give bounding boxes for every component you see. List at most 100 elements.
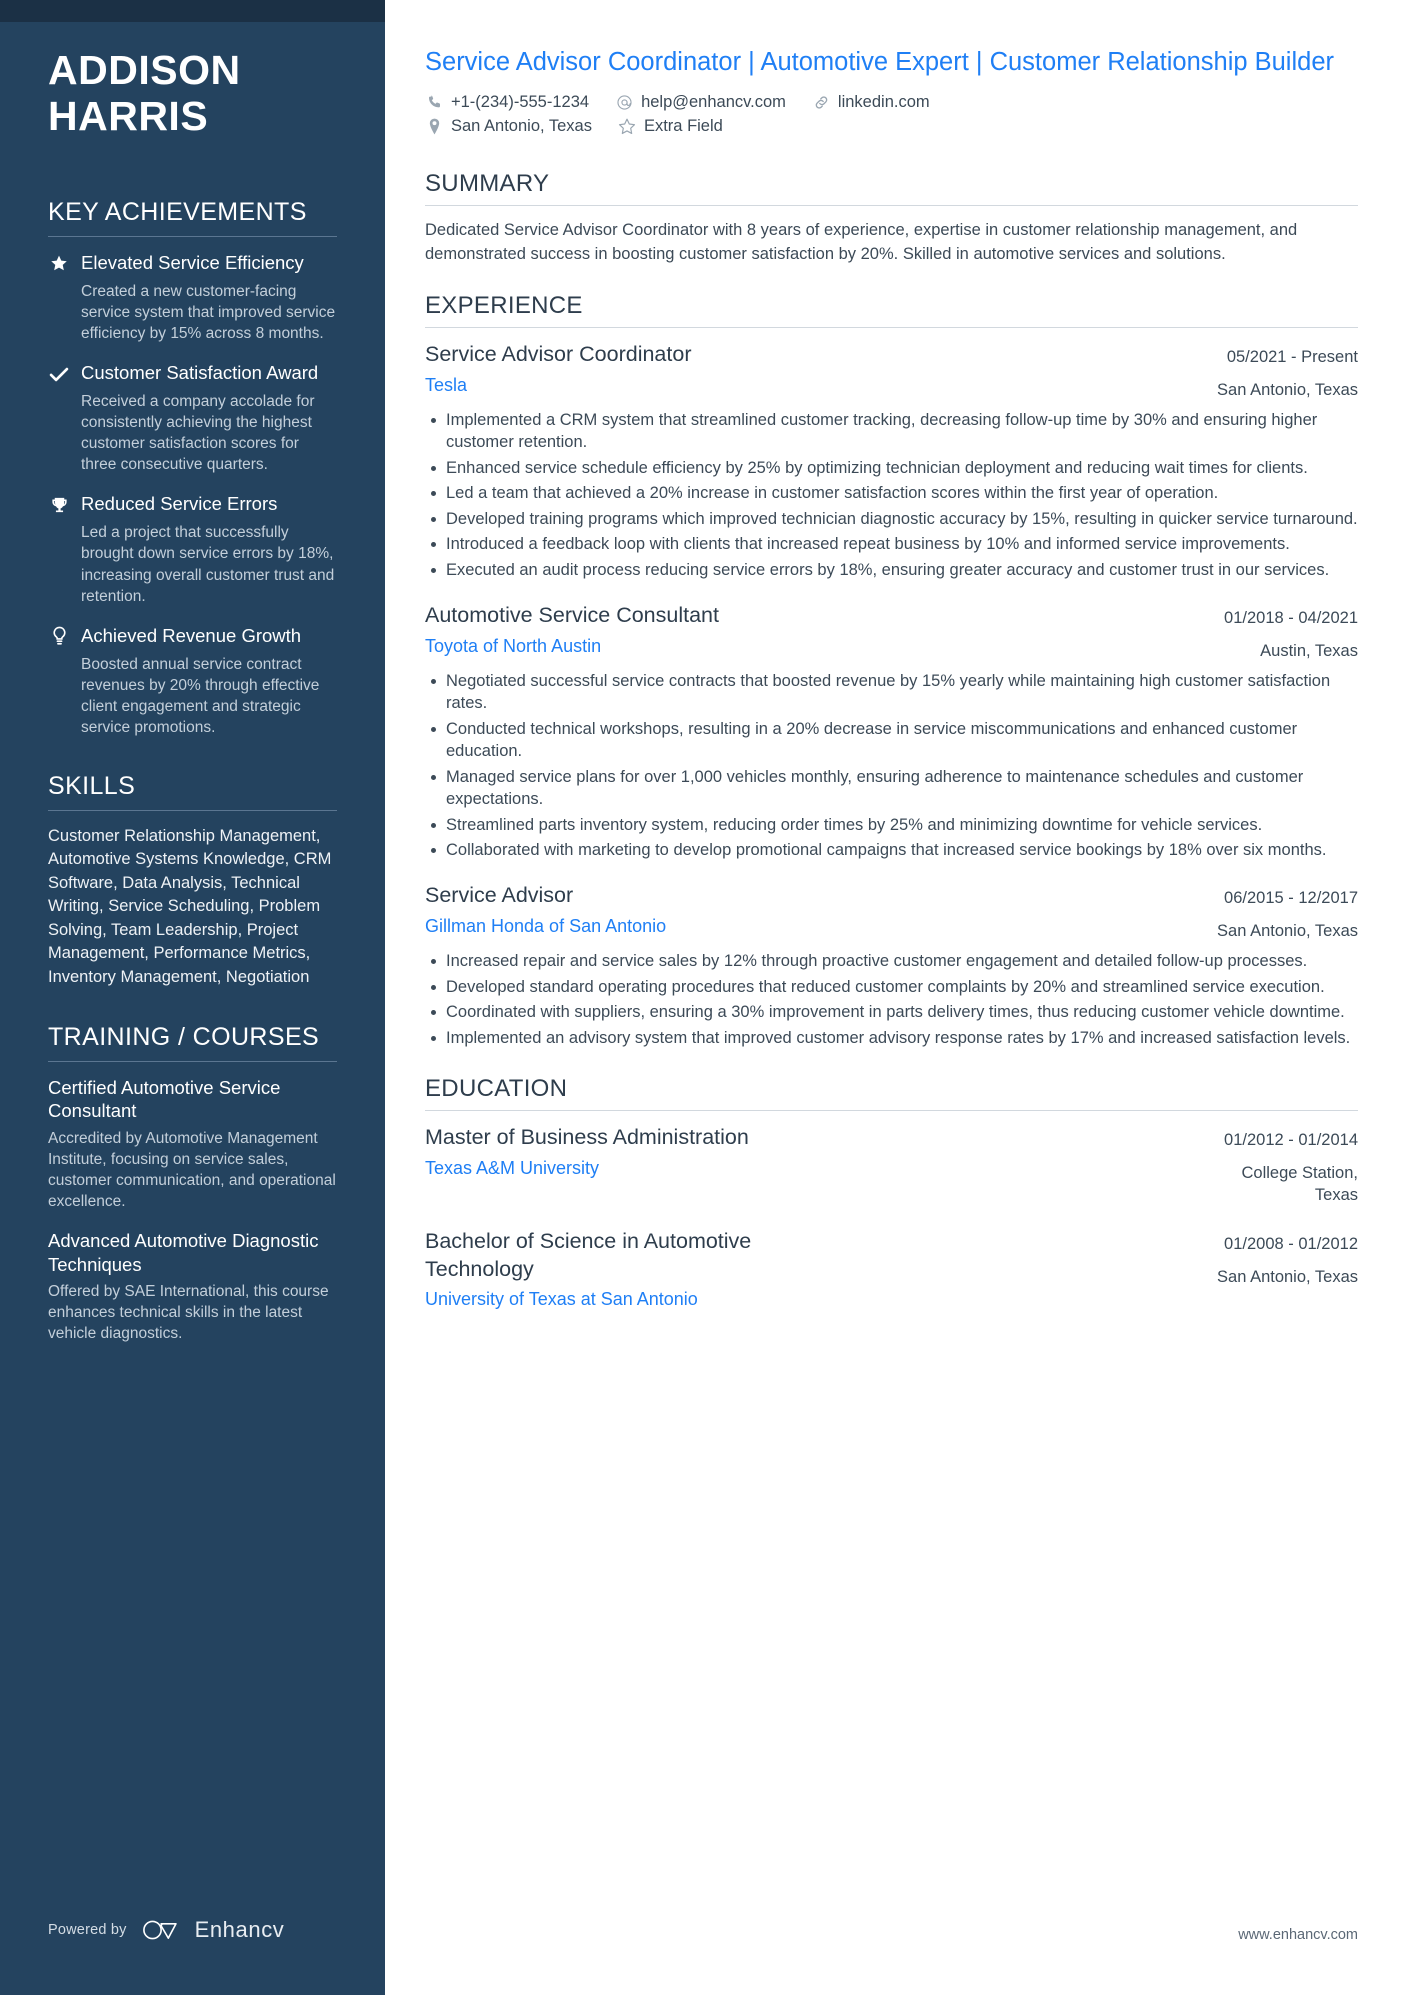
job-location: San Antonio, Texas [1217,922,1358,941]
contact-location-text: San Antonio, Texas [451,116,592,135]
training-courses-section: TRAINING / COURSES Certified Automotive … [48,1023,337,1344]
job-bullets: Negotiated successful service contracts … [425,670,1358,862]
achievement-description: Received a company accolade for consiste… [81,393,315,474]
skills-heading: SKILLS [48,771,136,800]
skills-list: Customer Relationship Management, Automo… [48,826,332,986]
achievement-title: Customer Satisfaction Award [81,362,319,384]
experience-entry: Automotive Service Consultant Toyota of … [425,602,1358,861]
enhancv-url[interactable]: www.enhancv.com [1238,1927,1358,1943]
job-bullets: Increased repair and service sales by 12… [425,950,1358,1049]
school-name[interactable]: Texas A&M University [425,1156,1188,1181]
job-bullet: Streamlined parts inventory system, redu… [425,814,1358,836]
achievement-description: Led a project that successfully brought … [81,524,335,605]
contact-details: +1-(234)-555-1234 help@enhancv.com linke… [425,93,1358,136]
achievement-item: Customer Satisfaction Award Received a c… [48,361,337,475]
powered-by-label: Powered by [48,1922,127,1938]
contact-location: San Antonio, Texas [425,117,592,136]
candidate-name: ADDISON HARRIS [48,47,337,140]
job-bullet: Managed service plans for over 1,000 veh… [425,766,1358,811]
enhancv-logo: Enhancv [142,1917,285,1943]
job-title: Service Advisor [425,883,574,908]
divider [425,1109,1358,1111]
job-date: 01/2018 - 04/2021 [1224,609,1358,628]
email-icon [615,93,634,112]
check-icon [48,362,70,386]
degree-date: 01/2012 - 01/2014 [1224,1130,1358,1149]
company-name[interactable]: Tesla [425,373,1197,398]
job-bullet: Developed training programs which improv… [425,508,1358,530]
job-bullet: Enhanced service schedule efficiency by … [425,457,1358,479]
achievement-item: Elevated Service Efficiency Created a ne… [48,251,337,344]
summary-heading: SUMMARY [425,169,550,197]
star-icon [48,252,70,276]
sidebar-top-bar [0,0,385,22]
job-bullet: Led a team that achieved a 20% increase … [425,482,1358,504]
contact-linkedin[interactable]: linkedin.com [812,93,930,112]
contact-email[interactable]: help@enhancv.com [615,93,786,112]
school-name[interactable]: University of Texas at San Antonio [425,1287,855,1312]
course-item: Advanced Automotive Diagnostic Technique… [48,1229,337,1344]
contact-row-1: +1-(234)-555-1234 help@enhancv.com linke… [425,93,1358,112]
contact-extra-field: Extra Field [618,117,723,136]
achievement-description: Created a new customer-facing service sy… [81,282,336,342]
enhancv-wordmark: Enhancv [194,1917,285,1942]
lightbulb-icon [48,625,70,649]
company-name[interactable]: Gillman Honda of San Antonio [425,914,1197,939]
education-entry: Bachelor of Science in Automotive Techno… [425,1228,1358,1313]
summary-section: SUMMARY Dedicated Service Advisor Coordi… [425,170,1358,266]
achievement-item: Achieved Revenue Growth Boosted annual s… [48,624,337,738]
job-bullet: Increased repair and service sales by 12… [425,950,1358,972]
contact-linkedin-text: linkedin.com [837,92,930,111]
star-outline-icon [618,117,637,136]
experience-section: EXPERIENCE Service Advisor Coordinator T… [425,292,1358,1049]
candidate-first-name: ADDISON [48,47,241,93]
course-description: Offered by SAE International, this cours… [48,1283,329,1343]
job-bullet: Developed standard operating procedures … [425,976,1358,998]
sidebar-footer: Powered by Enhancv [48,1917,284,1943]
job-bullet: Implemented a CRM system that streamline… [425,409,1358,454]
trophy-icon [48,493,70,517]
job-bullet: Executed an audit process reducing servi… [425,559,1358,581]
job-bullets: Implemented a CRM system that streamline… [425,409,1358,581]
summary-text: Dedicated Service Advisor Coordinator wi… [425,220,1298,263]
job-bullet: Coordinated with suppliers, ensuring a 3… [425,1001,1358,1023]
job-bullet: Negotiated successful service contracts … [425,670,1358,715]
achievement-item: Reduced Service Errors Led a project tha… [48,492,337,606]
divider [425,327,1358,329]
skills-section: SKILLS Customer Relationship Management,… [48,772,337,989]
phone-icon [425,93,444,112]
divider [48,235,337,237]
job-bullet: Implemented an advisory system that impr… [425,1027,1358,1049]
education-heading: EDUCATION [425,1074,568,1102]
job-title: Automotive Service Consultant [425,603,719,628]
job-bullet: Introduced a feedback loop with clients … [425,533,1358,555]
enhancv-mark-icon [142,1920,177,1940]
key-achievements-heading: KEY ACHIEVEMENTS [48,197,307,226]
education-section: EDUCATION Master of Business Administrat… [425,1075,1358,1313]
course-description: Accredited by Automotive Management Inst… [48,1129,336,1211]
contact-phone[interactable]: +1-(234)-555-1234 [425,93,589,112]
contact-row-2: San Antonio, Texas Extra Field [425,117,1358,136]
experience-heading: EXPERIENCE [425,292,583,320]
degree-date: 01/2008 - 01/2012 [1224,1234,1358,1253]
job-date: 06/2015 - 12/2017 [1224,889,1358,908]
main-content: Service Advisor Coordinator | Automotive… [385,0,1410,1995]
job-date: 05/2021 - Present [1226,348,1358,367]
degree-location: San Antonio, Texas [1217,1267,1358,1286]
divider [425,204,1358,206]
education-entry: Master of Business Administration Texas … [425,1124,1358,1207]
achievement-description: Boosted annual service contract revenues… [81,655,320,736]
job-location: San Antonio, Texas [1217,381,1358,400]
course-title: Certified Automotive Service Consultant [48,1076,281,1122]
degree-title: Bachelor of Science in Automotive Techno… [425,1228,752,1281]
contact-phone-text: +1-(234)-555-1234 [451,92,590,111]
job-title: Service Advisor Coordinator [425,342,692,367]
company-name[interactable]: Toyota of North Austin [425,634,1204,659]
training-courses-heading: TRAINING / COURSES [48,1022,320,1051]
job-bullet: Collaborated with marketing to develop p… [425,839,1358,861]
resume-page: ADDISON HARRIS KEY ACHIEVEMENTS Elevated… [0,0,1410,1995]
job-bullet: Conducted technical workshops, resulting… [425,718,1358,763]
experience-entry: Service Advisor Gillman Honda of San Ant… [425,882,1358,1049]
location-icon [425,117,444,136]
contact-extra-field-text: Extra Field [643,116,723,135]
